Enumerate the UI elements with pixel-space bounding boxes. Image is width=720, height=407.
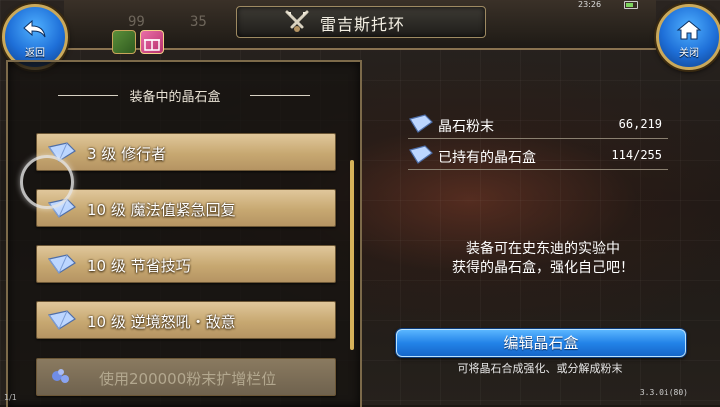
page-title: 雷吉斯托环 <box>320 15 406 34</box>
home-icon <box>676 20 702 40</box>
gem-icon <box>47 310 76 331</box>
bg-number: 99 <box>128 14 145 30</box>
item-label: 3 级 修行者 <box>87 145 167 163</box>
owned-box-stat: 已持有的晶石盒 114/255 <box>408 144 666 168</box>
bg-number: 35 <box>190 14 207 30</box>
list-item[interactable]: 10 级 魔法值紧急回复 <box>36 189 336 227</box>
powder-icon <box>52 369 69 383</box>
panel-heading: 装备中的晶石盒 <box>129 90 221 105</box>
list-item[interactable]: 10 级 节省技巧 <box>36 245 336 283</box>
version-label: 3.3.0i(80) <box>639 388 688 397</box>
list-scrollbar[interactable] <box>350 160 354 350</box>
crossed-swords-icon <box>285 10 309 32</box>
stat-name: 已持有的晶石盒 <box>438 150 536 166</box>
stat-value: 66,219 <box>618 117 662 131</box>
close-label: 关闭 <box>679 48 699 59</box>
description-line: 获得的晶石盒，强化自己吧！ <box>452 260 634 276</box>
stat-name: 晶石粉末 <box>438 119 494 135</box>
divider <box>408 138 668 139</box>
item-label: 10 级 节省技巧 <box>87 257 191 275</box>
item-label: 使用200000粉末扩增栏位 <box>99 370 277 388</box>
list-item[interactable]: 3 级 修行者 <box>36 133 336 171</box>
tap-indicator <box>20 155 74 209</box>
page-indicator: 1/1 <box>4 393 17 402</box>
close-button[interactable]: 关闭 <box>656 4 720 70</box>
expand-slot-item[interactable]: 使用200000粉末扩增栏位 <box>36 358 336 396</box>
item-label: 10 级 魔法值紧急回复 <box>87 201 236 219</box>
battery-icon <box>624 1 638 9</box>
status-clock: 23:26 <box>578 0 602 9</box>
chest-icon[interactable] <box>112 30 136 54</box>
gem-icon <box>47 254 76 275</box>
description-line: 装备可在史东迪的实验中 <box>466 241 620 257</box>
gift-icon[interactable] <box>140 30 164 54</box>
gem-icon <box>409 145 433 164</box>
item-label: 10 级 逆境怒吼・敌意 <box>87 313 236 331</box>
equipped-panel <box>6 60 362 407</box>
back-label: 返回 <box>25 48 45 59</box>
description: 装备可在史东迪的实验中 获得的晶石盒，强化自己吧！ <box>398 240 688 278</box>
gem-icon <box>409 114 433 133</box>
hint-text: 可将晶石合成强化、或分解成粉末 <box>457 362 623 375</box>
divider <box>408 169 668 170</box>
edit-box-button[interactable]: 编辑晶石盒 <box>396 329 686 357</box>
powder-stat: 晶石粉末 66,219 <box>408 113 666 137</box>
list-item[interactable]: 10 级 逆境怒吼・敌意 <box>36 301 336 339</box>
back-icon <box>23 19 46 38</box>
stat-value: 114/255 <box>611 148 662 162</box>
